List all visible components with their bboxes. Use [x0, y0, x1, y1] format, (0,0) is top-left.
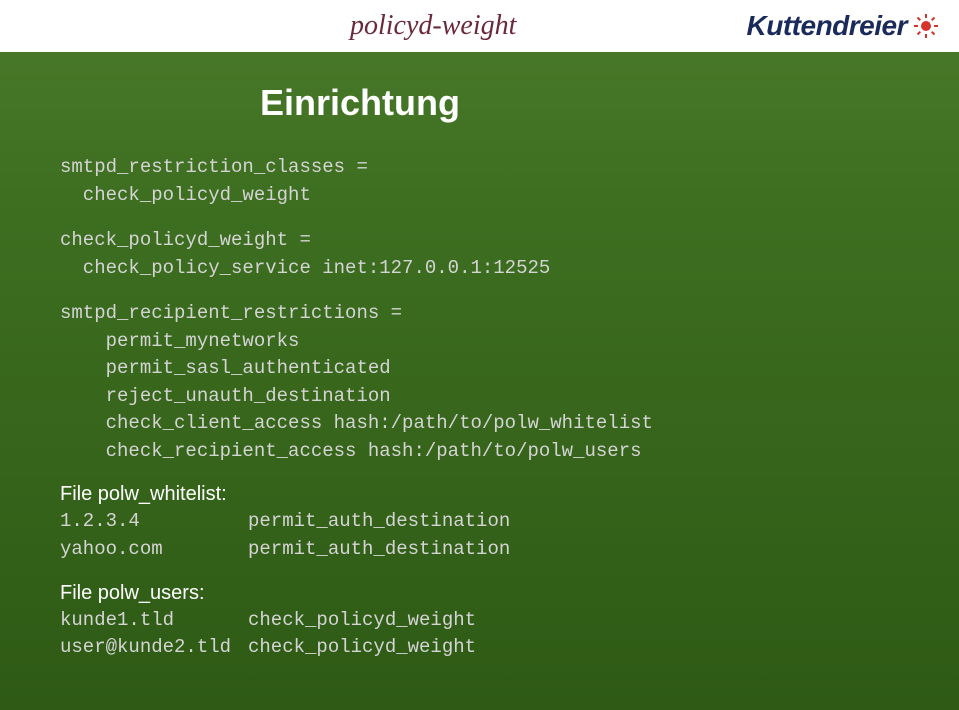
- table-row: 1.2.3.4 permit_auth_destination: [60, 508, 899, 536]
- file-users-content: kunde1.tld check_policyd_weight user@kun…: [60, 607, 899, 662]
- file-whitelist-content: 1.2.3.4 permit_auth_destination yahoo.co…: [60, 508, 899, 563]
- users-value: check_policyd_weight: [248, 607, 476, 635]
- logo-right-text: Kuttendreier: [747, 10, 907, 42]
- file-users-section: File polw_users: kunde1.tld check_policy…: [60, 582, 899, 662]
- users-key: user@kunde2.tld: [60, 634, 248, 662]
- whitelist-value: permit_auth_destination: [248, 536, 510, 564]
- whitelist-value: permit_auth_destination: [248, 508, 510, 536]
- logo-sun-icon: [913, 13, 939, 39]
- users-value: check_policyd_weight: [248, 634, 476, 662]
- code-block-policyd-weight: check_policyd_weight = check_policy_serv…: [60, 227, 899, 282]
- code-block-recipient-restrictions: smtpd_recipient_restrictions = permit_my…: [60, 300, 899, 465]
- slide-content: Einrichtung smtpd_restriction_classes = …: [0, 52, 959, 662]
- logo-left: policyd-weight: [350, 10, 516, 42]
- file-whitelist-label: File polw_whitelist:: [60, 483, 899, 506]
- logo-right: Kuttendreier: [747, 10, 939, 42]
- whitelist-key: 1.2.3.4: [60, 508, 248, 536]
- table-row: user@kunde2.tld check_policyd_weight: [60, 634, 899, 662]
- file-users-label: File polw_users:: [60, 582, 899, 605]
- header-bar: policyd-weight Kuttendreier: [0, 0, 959, 52]
- file-whitelist-section: File polw_whitelist: 1.2.3.4 permit_auth…: [60, 483, 899, 563]
- table-row: yahoo.com permit_auth_destination: [60, 536, 899, 564]
- code-block-restriction-classes: smtpd_restriction_classes = check_policy…: [60, 154, 899, 209]
- users-key: kunde1.tld: [60, 607, 248, 635]
- table-row: kunde1.tld check_policyd_weight: [60, 607, 899, 635]
- whitelist-key: yahoo.com: [60, 536, 248, 564]
- page-title: Einrichtung: [260, 82, 899, 124]
